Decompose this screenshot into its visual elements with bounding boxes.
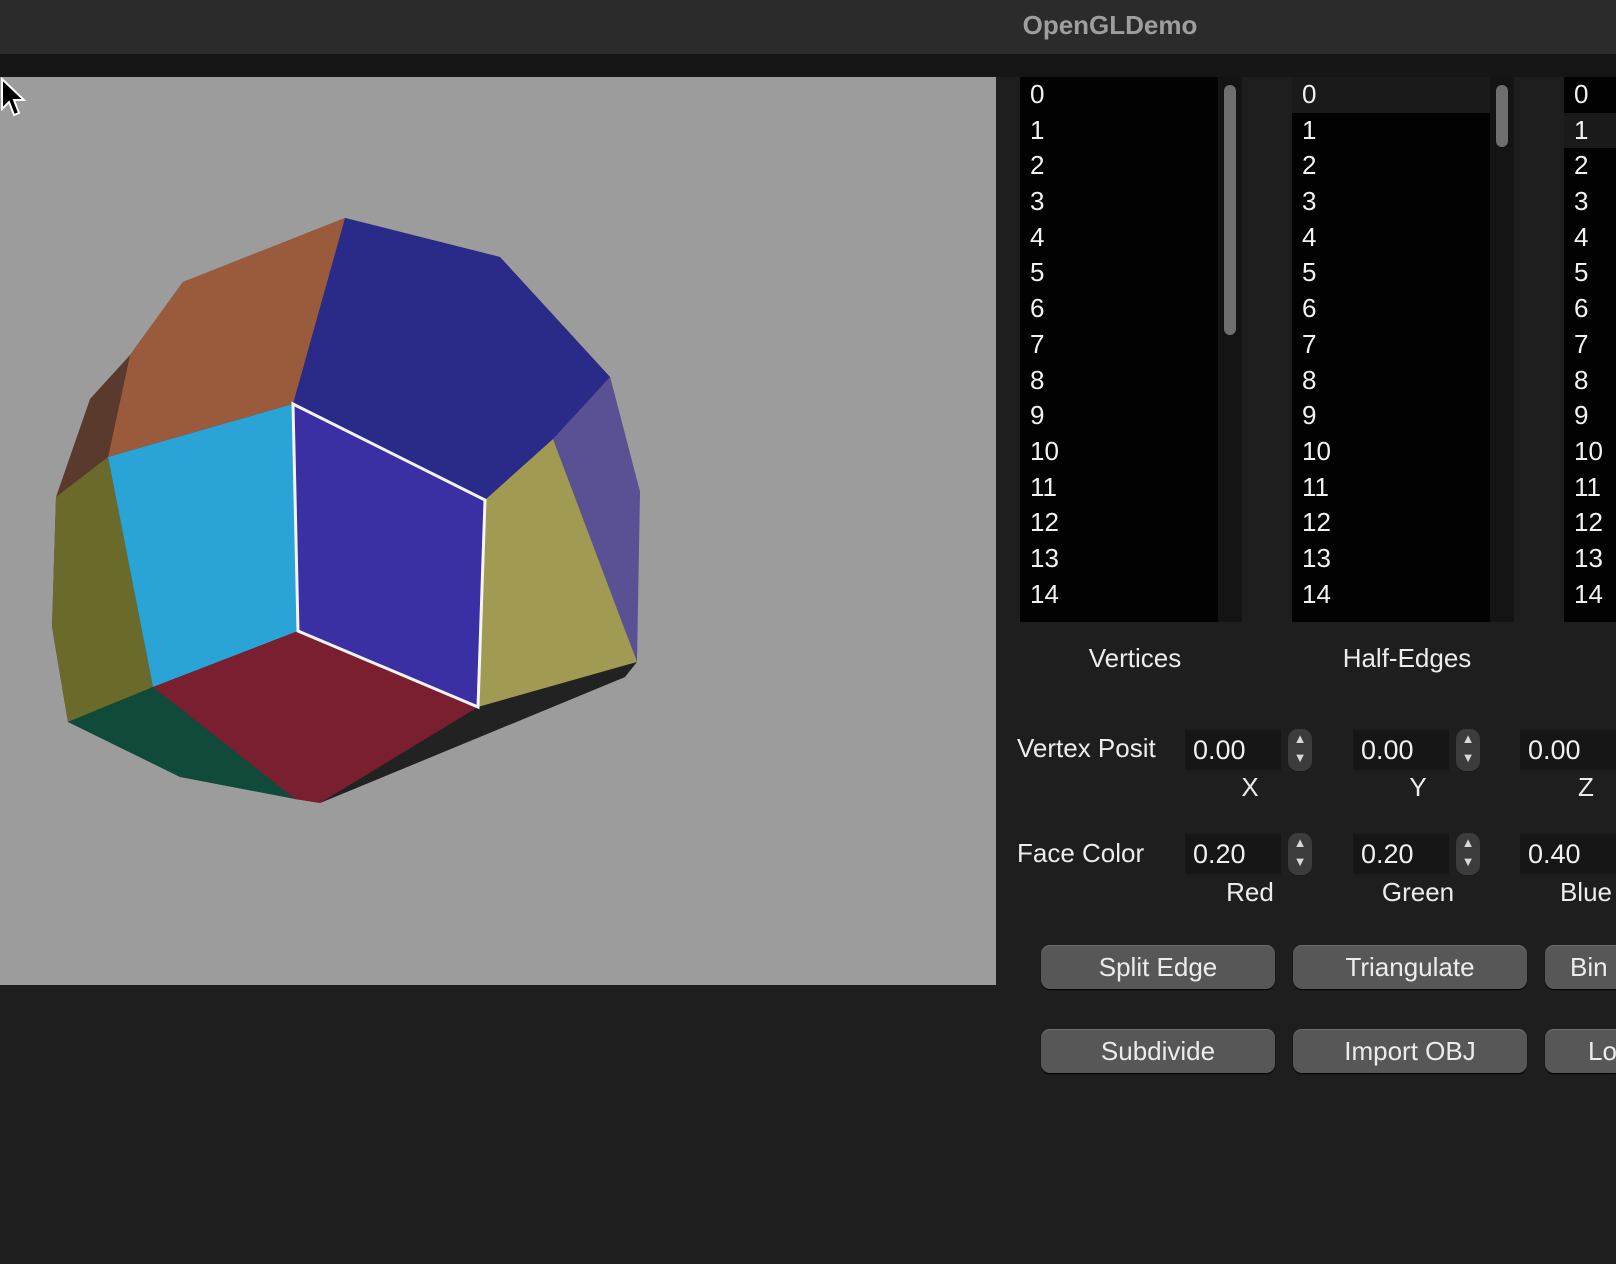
list-item[interactable]: 9: [1564, 398, 1616, 434]
list-item[interactable]: 10: [1564, 434, 1616, 470]
vertex-y-stepper[interactable]: ▲ ▼: [1456, 729, 1480, 771]
chevron-down-icon: ▼: [1461, 854, 1475, 869]
chevron-down-icon: ▼: [1293, 750, 1307, 765]
chevron-up-icon: ▲: [1461, 835, 1475, 850]
face-blue-input[interactable]: 0.40: [1520, 834, 1616, 874]
face-green-input[interactable]: 0.20: [1353, 834, 1449, 874]
half-edges-scrollbar[interactable]: [1490, 77, 1514, 622]
list-item[interactable]: 1: [1564, 112, 1616, 149]
chevron-down-icon: ▼: [1293, 854, 1307, 869]
list-item[interactable]: 12: [1292, 505, 1490, 541]
lo-button[interactable]: Lo: [1545, 1029, 1616, 1073]
list-item[interactable]: 4: [1564, 220, 1616, 256]
list-item[interactable]: 5: [1020, 255, 1218, 291]
list-item[interactable]: 11: [1292, 470, 1490, 506]
list-item[interactable]: 7: [1564, 327, 1616, 363]
half-edges-caption: Half-Edges: [1342, 643, 1472, 673]
list-item[interactable]: 10: [1020, 434, 1218, 470]
list-item[interactable]: 3: [1020, 184, 1218, 220]
vertex-x-input[interactable]: 0.00: [1185, 730, 1281, 770]
face-red-stepper[interactable]: ▲ ▼: [1288, 833, 1312, 875]
vertices-caption: Vertices: [1088, 643, 1182, 673]
faces-list[interactable]: 0 1 2 3 4 5 6 7 8 9 10 11 12 13 14: [1564, 77, 1616, 622]
mesh-render: [52, 218, 640, 803]
vertex-y-input[interactable]: 0.00: [1353, 730, 1449, 770]
scrollbar-thumb[interactable]: [1496, 85, 1508, 147]
list-item[interactable]: 4: [1020, 220, 1218, 256]
list-item[interactable]: 14: [1292, 577, 1490, 613]
list-item[interactable]: 6: [1564, 291, 1616, 327]
opengl-viewport[interactable]: [0, 77, 996, 985]
list-item[interactable]: 10: [1292, 434, 1490, 470]
list-item[interactable]: 3: [1292, 184, 1490, 220]
vertex-position-label: Vertex Posit: [1017, 733, 1156, 763]
import-obj-button[interactable]: Import OBJ: [1293, 1029, 1527, 1073]
chevron-down-icon: ▼: [1461, 750, 1475, 765]
list-item[interactable]: 12: [1020, 505, 1218, 541]
window-title: OpenGLDemo: [1022, 10, 1198, 40]
vertex-x-label: X: [1241, 772, 1259, 802]
list-item[interactable]: 14: [1564, 577, 1616, 613]
list-item[interactable]: 13: [1564, 541, 1616, 577]
list-item[interactable]: 2: [1020, 148, 1218, 184]
list-item[interactable]: 13: [1292, 541, 1490, 577]
mouse-cursor-icon: [0, 77, 27, 117]
bin-button[interactable]: Bin: [1545, 945, 1616, 989]
list-item[interactable]: 1: [1020, 113, 1218, 149]
list-item[interactable]: 8: [1564, 363, 1616, 399]
toolbar-strip: [0, 55, 1616, 77]
list-item[interactable]: 1: [1292, 113, 1490, 149]
list-item[interactable]: 11: [1564, 470, 1616, 506]
face-red-input[interactable]: 0.20: [1185, 834, 1281, 874]
list-item[interactable]: 13: [1020, 541, 1218, 577]
list-item[interactable]: 7: [1292, 327, 1490, 363]
list-item[interactable]: 8: [1292, 363, 1490, 399]
list-item[interactable]: 0: [1564, 77, 1616, 113]
list-item[interactable]: 12: [1564, 505, 1616, 541]
list-item[interactable]: 2: [1564, 148, 1616, 184]
list-item[interactable]: 0: [1292, 77, 1490, 113]
face-green-stepper[interactable]: ▲ ▼: [1456, 833, 1480, 875]
scrollbar-thumb[interactable]: [1224, 85, 1236, 335]
list-item[interactable]: 9: [1292, 398, 1490, 434]
list-item[interactable]: 0: [1020, 77, 1218, 113]
face-blue-label: Blue: [1559, 877, 1613, 907]
face-red-label: Red: [1226, 877, 1274, 907]
chevron-up-icon: ▲: [1461, 731, 1475, 746]
list-item[interactable]: 6: [1020, 291, 1218, 327]
list-item[interactable]: 4: [1292, 220, 1490, 256]
triangulate-button[interactable]: Triangulate: [1293, 945, 1527, 989]
subdivide-button[interactable]: Subdivide: [1041, 1029, 1275, 1073]
split-edge-button[interactable]: Split Edge: [1041, 945, 1275, 989]
list-item[interactable]: 2: [1292, 148, 1490, 184]
title-bar: OpenGLDemo: [0, 0, 1616, 55]
list-item[interactable]: 6: [1292, 291, 1490, 327]
list-item[interactable]: 11: [1020, 470, 1218, 506]
chevron-up-icon: ▲: [1293, 731, 1307, 746]
list-item[interactable]: 3: [1564, 184, 1616, 220]
list-item[interactable]: 8: [1020, 363, 1218, 399]
list-item[interactable]: 14: [1020, 577, 1218, 613]
vertex-z-input[interactable]: 0.00: [1520, 730, 1616, 770]
face-color-label: Face Color: [1017, 838, 1145, 868]
list-item[interactable]: 5: [1292, 255, 1490, 291]
vertex-x-stepper[interactable]: ▲ ▼: [1288, 729, 1312, 771]
vertex-z-label: Z: [1578, 772, 1594, 802]
half-edges-list[interactable]: 0 1 2 3 4 5 6 7 8 9 10 11 12 13 14: [1292, 77, 1490, 622]
list-item[interactable]: 9: [1020, 398, 1218, 434]
vertices-list[interactable]: 0 1 2 3 4 5 6 7 8 9 10 11 12 13 14: [1020, 77, 1218, 622]
chevron-up-icon: ▲: [1293, 835, 1307, 850]
face-green-label: Green: [1381, 877, 1455, 907]
list-item[interactable]: 5: [1564, 255, 1616, 291]
vertex-y-label: Y: [1409, 772, 1427, 802]
vertices-scrollbar[interactable]: [1218, 77, 1242, 622]
list-item[interactable]: 7: [1020, 327, 1218, 363]
